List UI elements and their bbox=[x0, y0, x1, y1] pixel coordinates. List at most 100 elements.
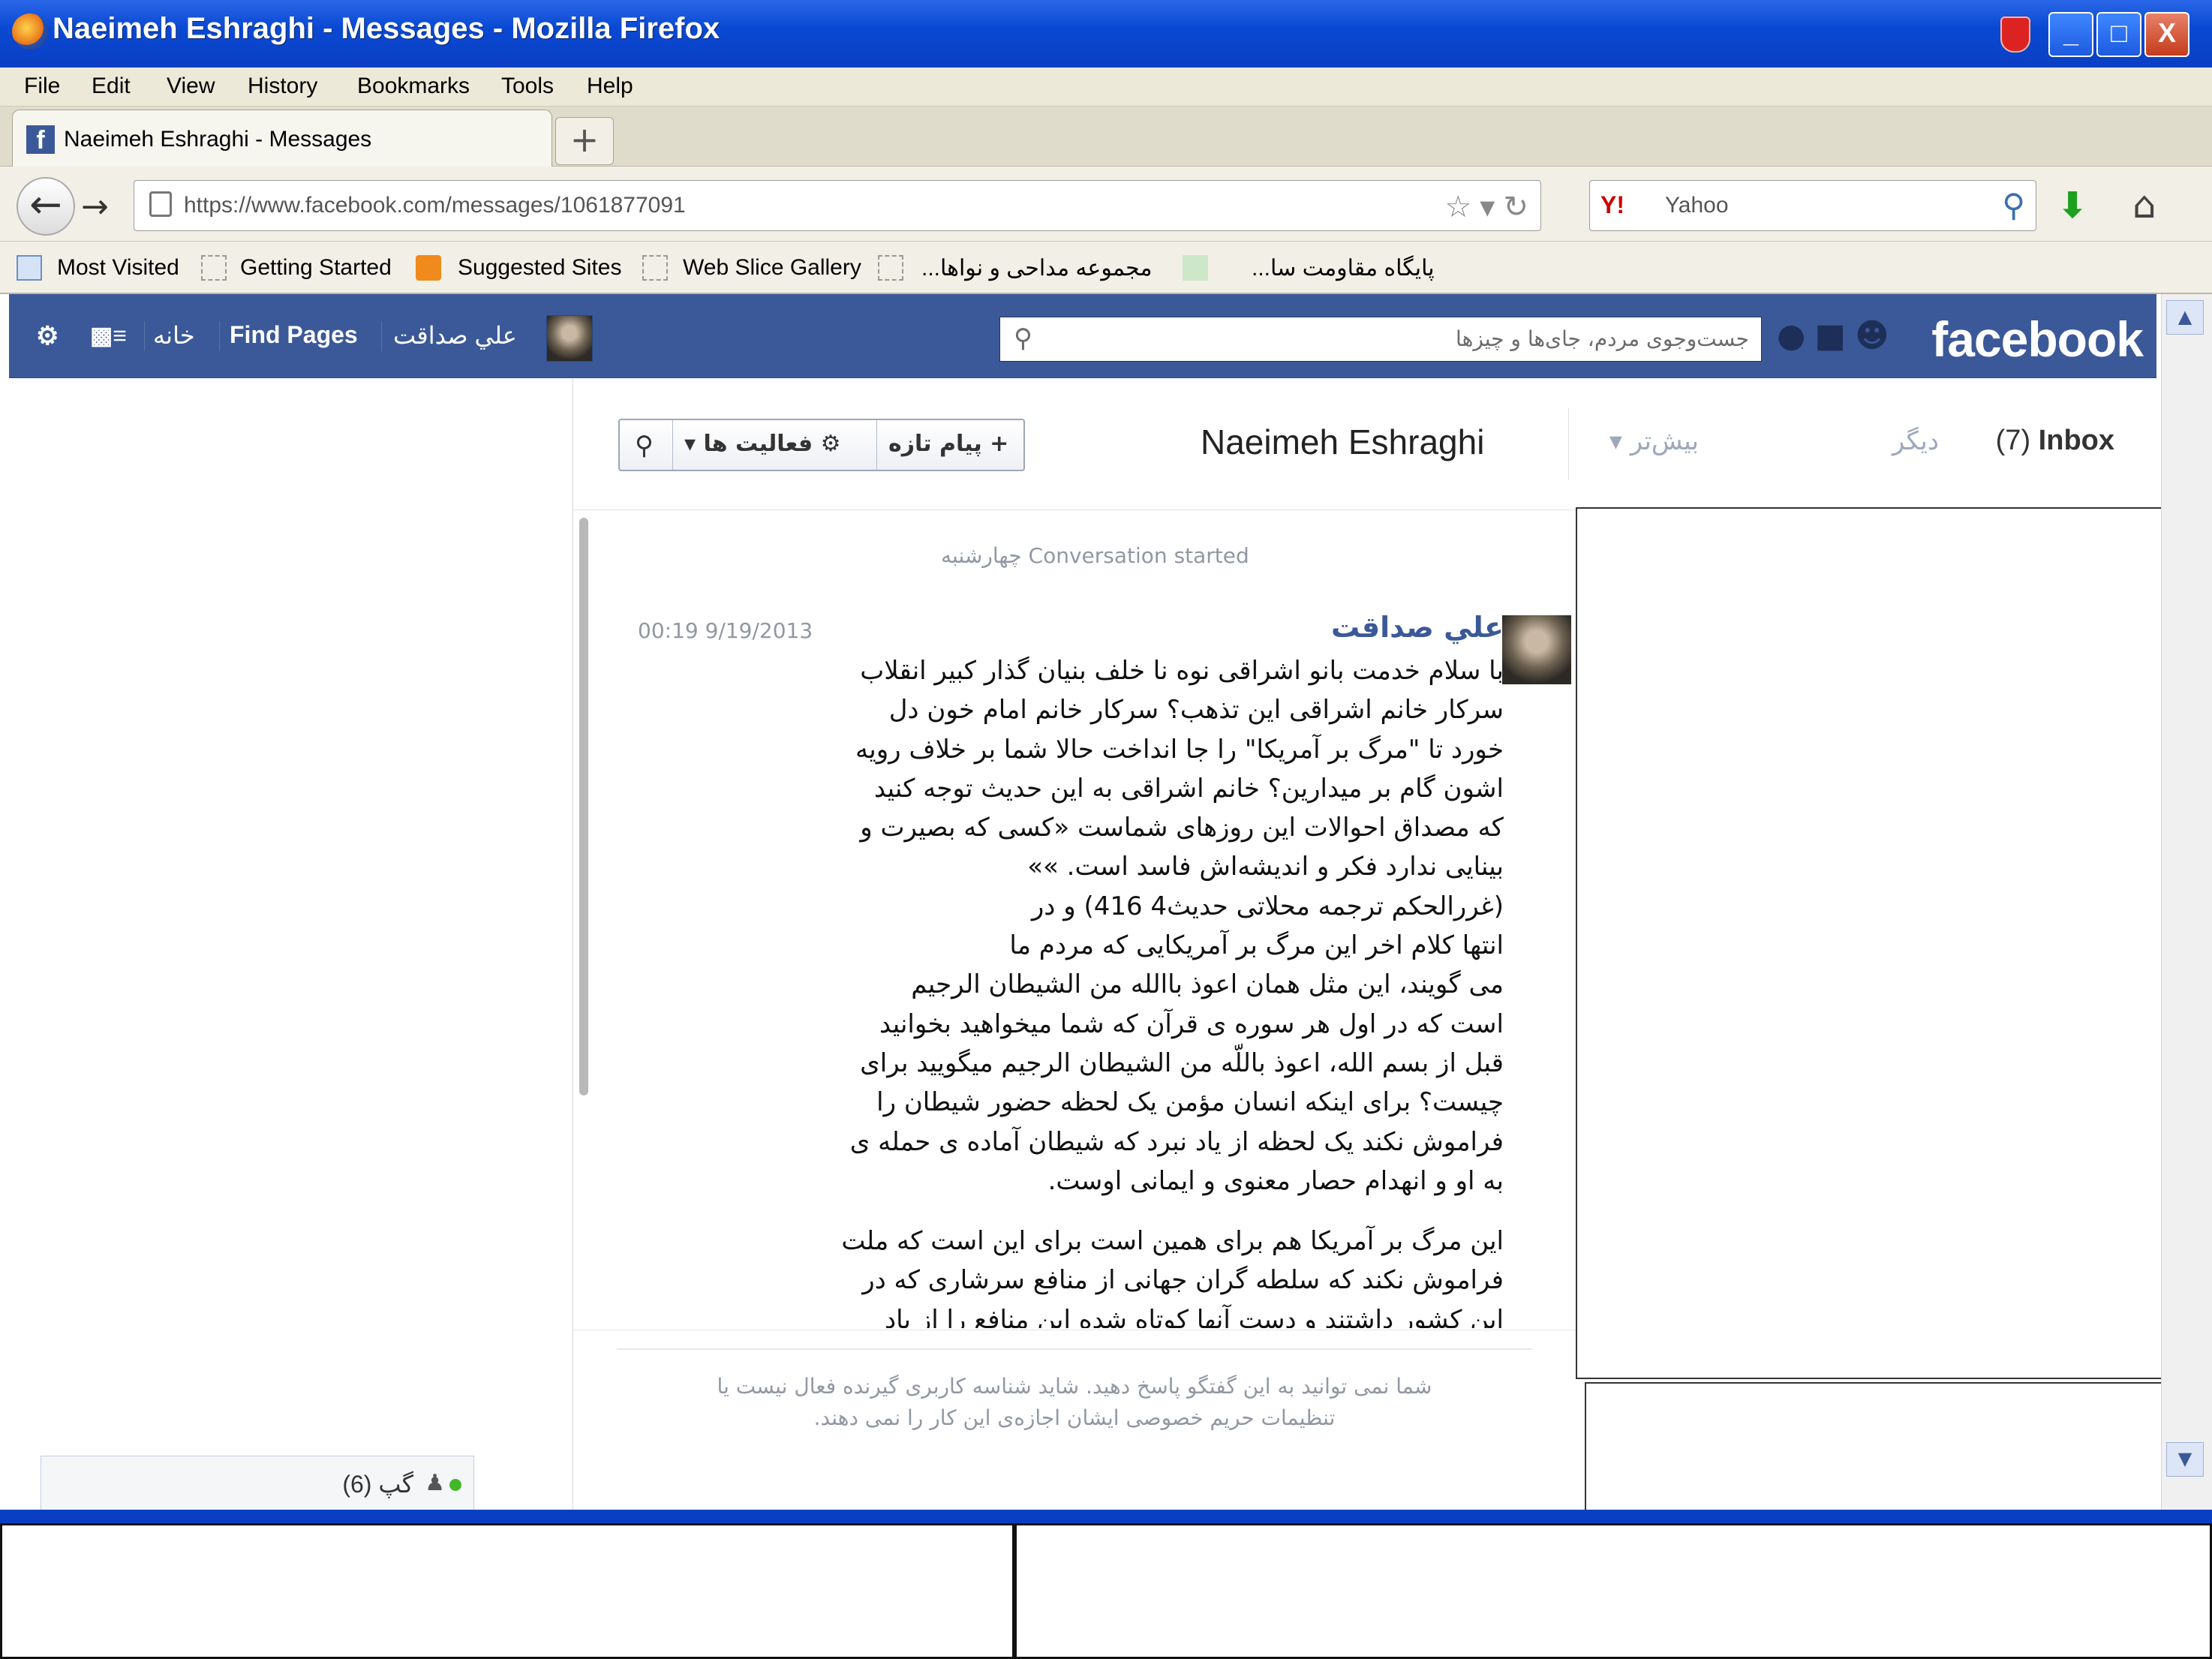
facebook-top-bar: ⚙ ▩≡ خانه Find Pages علي صداقت ⚲ جست‌وجو… bbox=[9, 294, 2156, 378]
nav-divider bbox=[219, 321, 220, 351]
green-logo-icon bbox=[1183, 255, 1208, 281]
forward-button[interactable]: → bbox=[81, 188, 109, 226]
message-line: به او و انهدام حصار معنوی و ایمانی اوست. bbox=[1047, 1165, 1504, 1196]
message-line: این مرگ بر آمریکا هم برای همین است برای … bbox=[841, 1226, 1504, 1257]
message-line: بینایی ندارد فکر و اندیشه‌اش فاسد است. »… bbox=[1027, 852, 1504, 882]
page-scrollbar[interactable]: ▲ ▼ bbox=[2161, 294, 2212, 1522]
toolbar-divider bbox=[876, 420, 877, 470]
search-bar[interactable]: Y! Yahoo ⚲ bbox=[1589, 180, 2036, 231]
nav-user-name[interactable]: علي صداقت bbox=[393, 321, 517, 350]
scroll-up-arrow-icon[interactable]: ▲ bbox=[2166, 300, 2204, 335]
suggested-sites-icon bbox=[416, 255, 441, 281]
privacy-shortcuts-icon[interactable]: ▩≡ bbox=[90, 321, 127, 350]
new-tab-button[interactable]: + bbox=[555, 117, 614, 165]
message-line: اشون گام بر میدارین؟ خانم اشراقی به این … bbox=[873, 773, 1504, 804]
message-line: این کشور داشتند و دست آنها کوتاه شده این… bbox=[885, 1304, 1504, 1328]
inbox-link[interactable]: (7) Inbox bbox=[1996, 425, 2114, 457]
download-icon[interactable]: ⬇ bbox=[2057, 185, 2087, 227]
security-shield-icon[interactable] bbox=[2000, 17, 2030, 53]
online-dot-icon bbox=[449, 1479, 461, 1491]
gear-icon: ⚙ bbox=[820, 431, 841, 457]
bookmark-suggested-sites[interactable]: Suggested Sites bbox=[458, 255, 621, 281]
url-text: https://www.facebook.com/messages/106187… bbox=[184, 193, 686, 218]
facebook-logo[interactable]: facebook bbox=[1931, 311, 2144, 368]
left-column bbox=[9, 378, 573, 1516]
conversation-view[interactable]: Conversation started چهارشنبه 00:19 9/19… bbox=[573, 510, 1576, 1328]
notification-icons[interactable]: ●■☻ bbox=[1777, 317, 1898, 355]
dropdown-arrow-icon: ▾ bbox=[684, 431, 696, 457]
user-avatar[interactable] bbox=[546, 315, 593, 362]
back-button[interactable]: ← bbox=[17, 177, 75, 236]
chat-label: گپ (6) bbox=[342, 1471, 413, 1498]
tab-label: Naeimeh Eshraghi - Messages bbox=[64, 127, 372, 152]
message-line: است که در اول هر سوره ی قرآن که شما میخو… bbox=[879, 1008, 1504, 1039]
home-icon[interactable]: ⌂ bbox=[2132, 183, 2156, 227]
facebook-favicon-icon: f bbox=[26, 125, 55, 155]
minimize-button[interactable]: _ bbox=[2048, 12, 2093, 57]
bookmark-web-slice-gallery[interactable]: Web Slice Gallery bbox=[683, 255, 861, 281]
window-title-bar: Naeimeh Eshraghi - Messages - Mozilla Fi… bbox=[0, 0, 2212, 68]
message-line: می گویند، این مثل همان اعوذ باالله من ال… bbox=[911, 969, 1504, 1000]
side-panel-bottom bbox=[1585, 1382, 2164, 1522]
window-title: Naeimeh Eshraghi - Messages - Mozilla Fi… bbox=[53, 12, 720, 45]
menu-history[interactable]: History bbox=[248, 74, 317, 99]
message-line: انتها کلام اخر این مرگ بر آمریکایی که مر… bbox=[1009, 930, 1504, 961]
message-sender[interactable]: علي صداقت bbox=[1331, 611, 1504, 644]
yahoo-logo-icon[interactable]: Y! bbox=[1600, 191, 1624, 219]
sender-avatar[interactable] bbox=[1502, 615, 1571, 684]
lock-icon bbox=[149, 191, 172, 217]
actions-label: فعالیت ها bbox=[703, 431, 813, 457]
menu-edit[interactable]: Edit bbox=[92, 74, 131, 99]
dropdown-arrow-icon: ▾ bbox=[1609, 426, 1622, 456]
menu-file[interactable]: File bbox=[24, 74, 60, 99]
message-line: (غررالحکم ترجمه محلاتی حدیث4 416) و در bbox=[1031, 891, 1504, 921]
conversation-scrollbar[interactable] bbox=[579, 518, 588, 1095]
header-divider bbox=[1568, 408, 1569, 480]
more-dropdown[interactable]: ▾ بیش‌تر bbox=[1609, 426, 1699, 456]
bookmark-page-icon bbox=[878, 255, 903, 281]
tab-strip: f Naeimeh Eshraghi - Messages + bbox=[0, 107, 2212, 167]
settings-gear-icon[interactable]: ⚙ bbox=[36, 321, 59, 351]
chat-sidebar-tab[interactable]: ♟ گپ (6) bbox=[41, 1456, 474, 1513]
person-icon: ♟ bbox=[425, 1471, 445, 1495]
inbox-count: (7) bbox=[1995, 425, 2031, 456]
actions-dropdown[interactable]: ⚙ فعالیت ها ▾ bbox=[684, 431, 841, 457]
bookmark-most-visited[interactable]: Most Visited bbox=[57, 255, 179, 281]
message-body: با سلام خدمت بانو اشراقی نوه نا خلف بنیا… bbox=[753, 651, 1504, 1328]
search-messages-icon[interactable]: ⚲ bbox=[635, 431, 654, 461]
message-line: که مصداق احوالات این روزهای شماست «کسی ک… bbox=[860, 813, 1504, 843]
search-icon[interactable]: ⚲ bbox=[2002, 187, 2025, 224]
bookmark-moghavemat[interactable]: پایگاه مقاومت سا... bbox=[1252, 255, 1435, 281]
bookmark-star-icon[interactable]: ☆ ▾ ↻ bbox=[1444, 190, 1528, 224]
bookmark-page-icon bbox=[201, 255, 227, 281]
message-line: فراموش نکند که سلطه گران جهانی از منافع … bbox=[862, 1265, 1504, 1296]
menu-bookmarks[interactable]: Bookmarks bbox=[357, 74, 470, 99]
url-bar[interactable]: https://www.facebook.com/messages/106187… bbox=[134, 180, 1541, 231]
bookmark-getting-started[interactable]: Getting Started bbox=[240, 255, 392, 281]
bookmark-page-icon bbox=[642, 255, 668, 281]
facebook-search-input[interactable]: ⚲ جست‌وجوی مردم، جای‌ها و چیزها bbox=[999, 317, 1762, 362]
message-line: قبل از بسم الله، اعوذ باللّه من الشیطان … bbox=[860, 1047, 1504, 1078]
tab-messages[interactable]: f Naeimeh Eshraghi - Messages bbox=[12, 110, 552, 167]
nav-home[interactable]: خانه bbox=[153, 321, 195, 350]
reply-note-text: شما نمی توانید به این گفتگو پاسخ دهید. ش… bbox=[617, 1348, 1532, 1434]
nav-divider bbox=[144, 321, 145, 351]
menu-view[interactable]: View bbox=[167, 74, 215, 99]
menu-tools[interactable]: Tools bbox=[501, 74, 554, 99]
other-folder-link[interactable]: دیگر bbox=[1892, 426, 1939, 456]
maximize-button[interactable]: □ bbox=[2096, 12, 2141, 57]
message-toolbar: ⚲ ⚙ فعالیت ها ▾ + پیام تازه bbox=[618, 419, 1025, 471]
nav-find-pages[interactable]: Find Pages bbox=[230, 321, 358, 349]
menu-help[interactable]: Help bbox=[587, 74, 633, 99]
new-message-button[interactable]: + پیام تازه bbox=[888, 431, 1008, 457]
navigation-toolbar: ← → https://www.facebook.com/messages/10… bbox=[0, 167, 2212, 242]
scroll-down-arrow-icon[interactable]: ▼ bbox=[2166, 1442, 2204, 1477]
search-icon[interactable]: ⚲ bbox=[1014, 323, 1032, 353]
close-button[interactable]: X bbox=[2144, 12, 2189, 57]
most-visited-icon bbox=[17, 255, 42, 281]
search-engine-label: Yahoo bbox=[1665, 193, 1729, 218]
message-line: با سلام خدمت بانو اشراقی نوه نا خلف بنیا… bbox=[860, 656, 1504, 686]
conversation-started-label: Conversation started چهارشنبه bbox=[941, 543, 1249, 568]
bookmark-madahi[interactable]: مجموعه مداحی و نواها... bbox=[921, 255, 1153, 281]
